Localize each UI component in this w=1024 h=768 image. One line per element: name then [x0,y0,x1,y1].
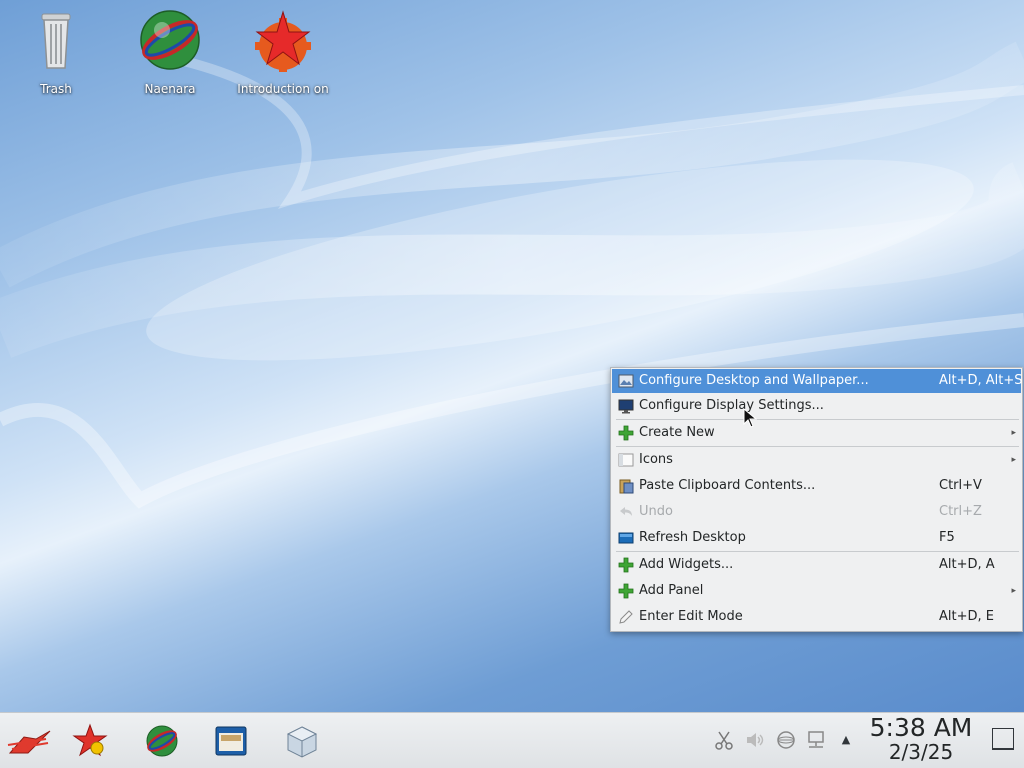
submenu-arrow-icon: ▸ [1011,428,1016,438]
monitor-icon [618,399,634,414]
star-gear-icon [255,10,311,72]
menu-item-label: Undo [639,504,673,519]
menu-item-paste[interactable]: Paste Clipboard Contents... Ctrl+V [612,473,1021,499]
network-wired-icon[interactable] [805,729,827,751]
desktop-icon-trash[interactable]: Trash [1,6,111,96]
menu-item-refresh-desktop[interactable]: Refresh Desktop F5 [612,525,1021,551]
menu-item-shortcut: Alt+D, Alt+S [939,373,1023,388]
package-box-icon[interactable] [284,723,320,759]
globe-icon[interactable] [144,723,180,759]
menu-item-shortcut: Ctrl+Z [939,504,982,519]
menu-item-label: Create New [639,425,715,440]
menu-item-label: Enter Edit Mode [639,609,743,624]
menu-item-shortcut: F5 [939,530,955,545]
wallpaper-icon [618,374,634,388]
menu-item-shortcut: Alt+D, A [939,557,995,572]
menu-item-undo[interactable]: Undo Ctrl+Z [612,499,1021,525]
trash-icon [41,13,71,69]
network-globe-icon[interactable] [775,729,797,751]
menu-item-label: Icons [639,452,673,467]
menu-item-label: Configure Desktop and Wallpaper... [639,373,869,388]
menu-item-configure-desktop[interactable]: Configure Desktop and Wallpaper... Alt+D… [612,369,1023,393]
menu-item-shortcut: Ctrl+V [939,478,982,493]
desktop-icon-introduction[interactable]: Introduction on [228,6,338,96]
volume-icon[interactable] [744,729,766,751]
paste-icon [619,479,634,494]
clipboard-scissors-icon[interactable] [713,729,735,751]
plus-icon [618,557,634,573]
desktop-icon-naenara[interactable]: Naenara [115,6,225,96]
menu-item-add-widgets[interactable]: Add Widgets... Alt+D, A [612,552,1021,578]
icons-view-icon [618,453,634,467]
star-badge-icon[interactable] [72,723,108,759]
submenu-arrow-icon: ▸ [1011,586,1016,596]
undo-icon [620,507,632,516]
plus-icon [618,425,634,441]
menu-item-icons[interactable]: Icons ▸ [612,447,1021,473]
menu-item-label: Add Panel [639,583,704,598]
menu-item-label: Paste Clipboard Contents... [639,478,816,493]
menu-item-add-panel[interactable]: Add Panel ▸ [612,578,1021,604]
mouse-pointer-icon [743,408,757,428]
globe-icon [140,10,200,70]
desktop-icon-label: Naenara [144,82,196,96]
desktop-icon-label: Introduction on [237,82,329,96]
menu-item-enter-edit-mode[interactable]: Enter Edit Mode Alt+D, E [612,604,1021,630]
file-manager-icon[interactable] [213,723,249,759]
refresh-icon [618,532,634,544]
edit-icon [619,610,633,624]
desktop-icon-label: Trash [40,82,72,96]
show-desktop-button[interactable] [992,728,1014,750]
menu-item-configure-display[interactable]: Configure Display Settings... [612,393,1021,419]
plus-icon [618,583,634,599]
menu-item-shortcut: Alt+D, E [939,609,994,624]
menu-item-label: Refresh Desktop [639,530,746,545]
desktop-context-menu: Configure Desktop and Wallpaper... Alt+D… [610,367,1023,632]
menu-item-label: Add Widgets... [639,557,734,572]
submenu-arrow-icon: ▸ [1011,455,1016,465]
clock-date[interactable]: 2/3/25 [862,740,980,764]
app-launcher-star-icon[interactable] [6,723,52,759]
menu-item-label: Configure Display Settings... [639,398,824,413]
clock-time[interactable]: 5:38 AM [862,713,980,742]
expand-tray-icon[interactable]: ▲ [835,729,857,751]
menu-item-create-new[interactable]: Create New ▸ [612,420,1021,446]
desktop[interactable]: Trash Naenara Introduction on Configure … [0,0,1024,712]
